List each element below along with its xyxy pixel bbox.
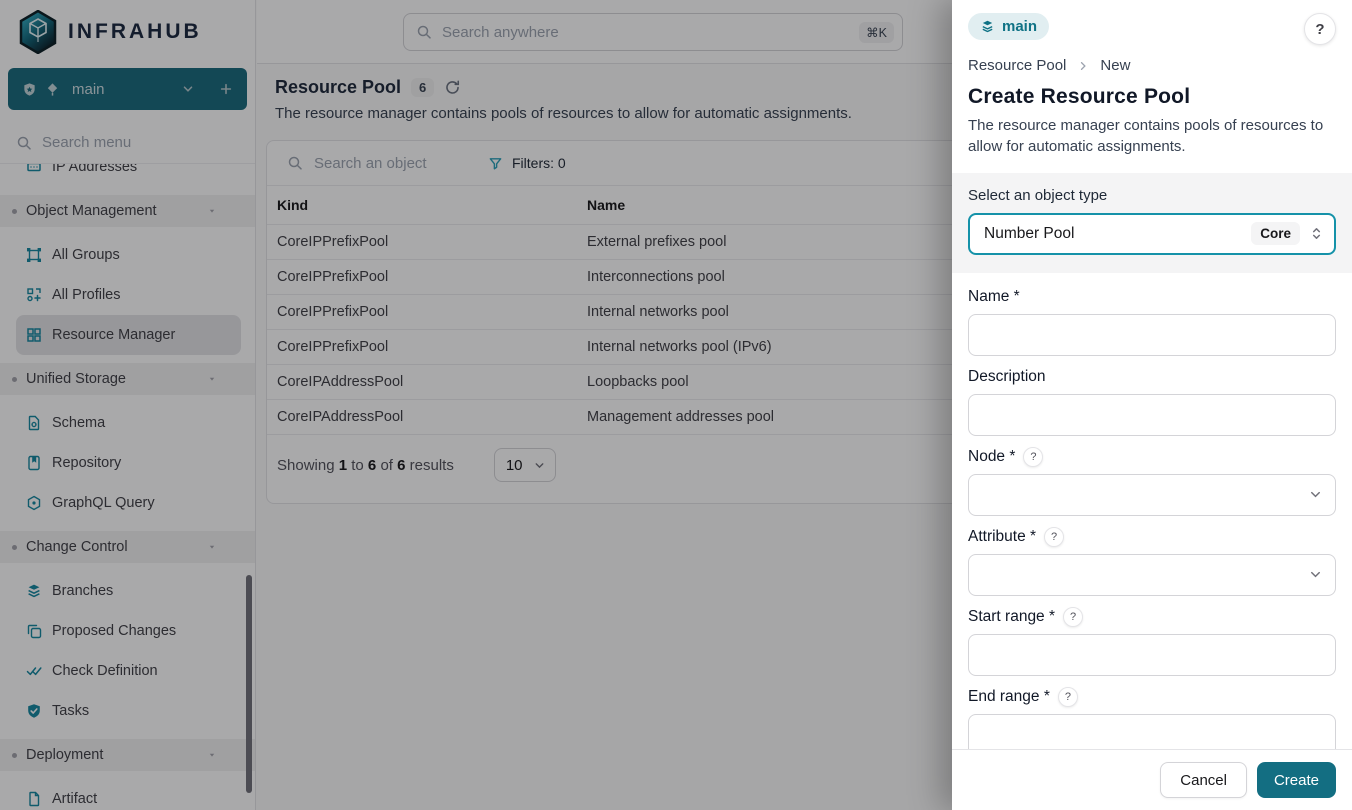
- description-input[interactable]: [968, 394, 1336, 436]
- field-node: Node *?: [968, 446, 1336, 516]
- create-button[interactable]: Create: [1257, 762, 1336, 798]
- start-range-input[interactable]: [968, 634, 1336, 676]
- help-icon[interactable]: ?: [1044, 527, 1064, 547]
- field-label: Name *: [968, 288, 1020, 306]
- field-label: End range *: [968, 688, 1050, 706]
- field-label: Attribute *: [968, 528, 1036, 546]
- object-type-value: Number Pool: [984, 225, 1242, 243]
- branch-badge[interactable]: main: [968, 13, 1049, 40]
- chevron-right-icon: [1077, 60, 1089, 72]
- help-icon[interactable]: ?: [1063, 607, 1083, 627]
- field-label: Start range *: [968, 608, 1055, 626]
- panel-footer: Cancel Create: [952, 749, 1352, 810]
- create-form: Name * Description Node *? Attribute *? …: [952, 273, 1352, 749]
- chevron-down-icon: [1308, 487, 1323, 502]
- breadcrumb-new: New: [1100, 57, 1130, 74]
- chevrons-up-down-icon: [1309, 226, 1324, 241]
- end-range-input[interactable]: [968, 714, 1336, 749]
- breadcrumb-resource-pool[interactable]: Resource Pool: [968, 57, 1066, 74]
- cancel-button[interactable]: Cancel: [1160, 762, 1247, 798]
- field-description: Description: [968, 366, 1336, 436]
- create-resource-pool-panel: main ? Resource Pool New Create Resource…: [952, 0, 1352, 810]
- panel-title: Create Resource Pool: [968, 85, 1336, 109]
- core-badge: Core: [1251, 222, 1300, 245]
- field-name: Name *: [968, 286, 1336, 356]
- branch-badge-label: main: [1002, 18, 1037, 35]
- help-icon[interactable]: ?: [1058, 687, 1078, 707]
- object-type-section: Select an object type Number Pool Core: [952, 173, 1352, 273]
- field-end-range: End range *?: [968, 686, 1336, 749]
- app-root: INFRAHUB main Search menu: [0, 0, 1352, 810]
- field-label: Description: [968, 368, 1046, 386]
- breadcrumb: Resource Pool New: [968, 57, 1336, 74]
- chevron-down-icon: [1308, 567, 1323, 582]
- node-select[interactable]: [968, 474, 1336, 516]
- object-type-label: Select an object type: [968, 187, 1336, 204]
- panel-header: main ? Resource Pool New Create Resource…: [952, 0, 1352, 173]
- layers-icon: [980, 19, 995, 34]
- field-start-range: Start range *?: [968, 606, 1336, 676]
- object-type-select[interactable]: Number Pool Core: [968, 213, 1336, 255]
- help-icon[interactable]: ?: [1023, 447, 1043, 467]
- name-input[interactable]: [968, 314, 1336, 356]
- panel-description: The resource manager contains pools of r…: [968, 115, 1336, 158]
- field-attribute: Attribute *?: [968, 526, 1336, 596]
- field-label: Node *: [968, 448, 1015, 466]
- attribute-select[interactable]: [968, 554, 1336, 596]
- help-button[interactable]: ?: [1304, 13, 1336, 45]
